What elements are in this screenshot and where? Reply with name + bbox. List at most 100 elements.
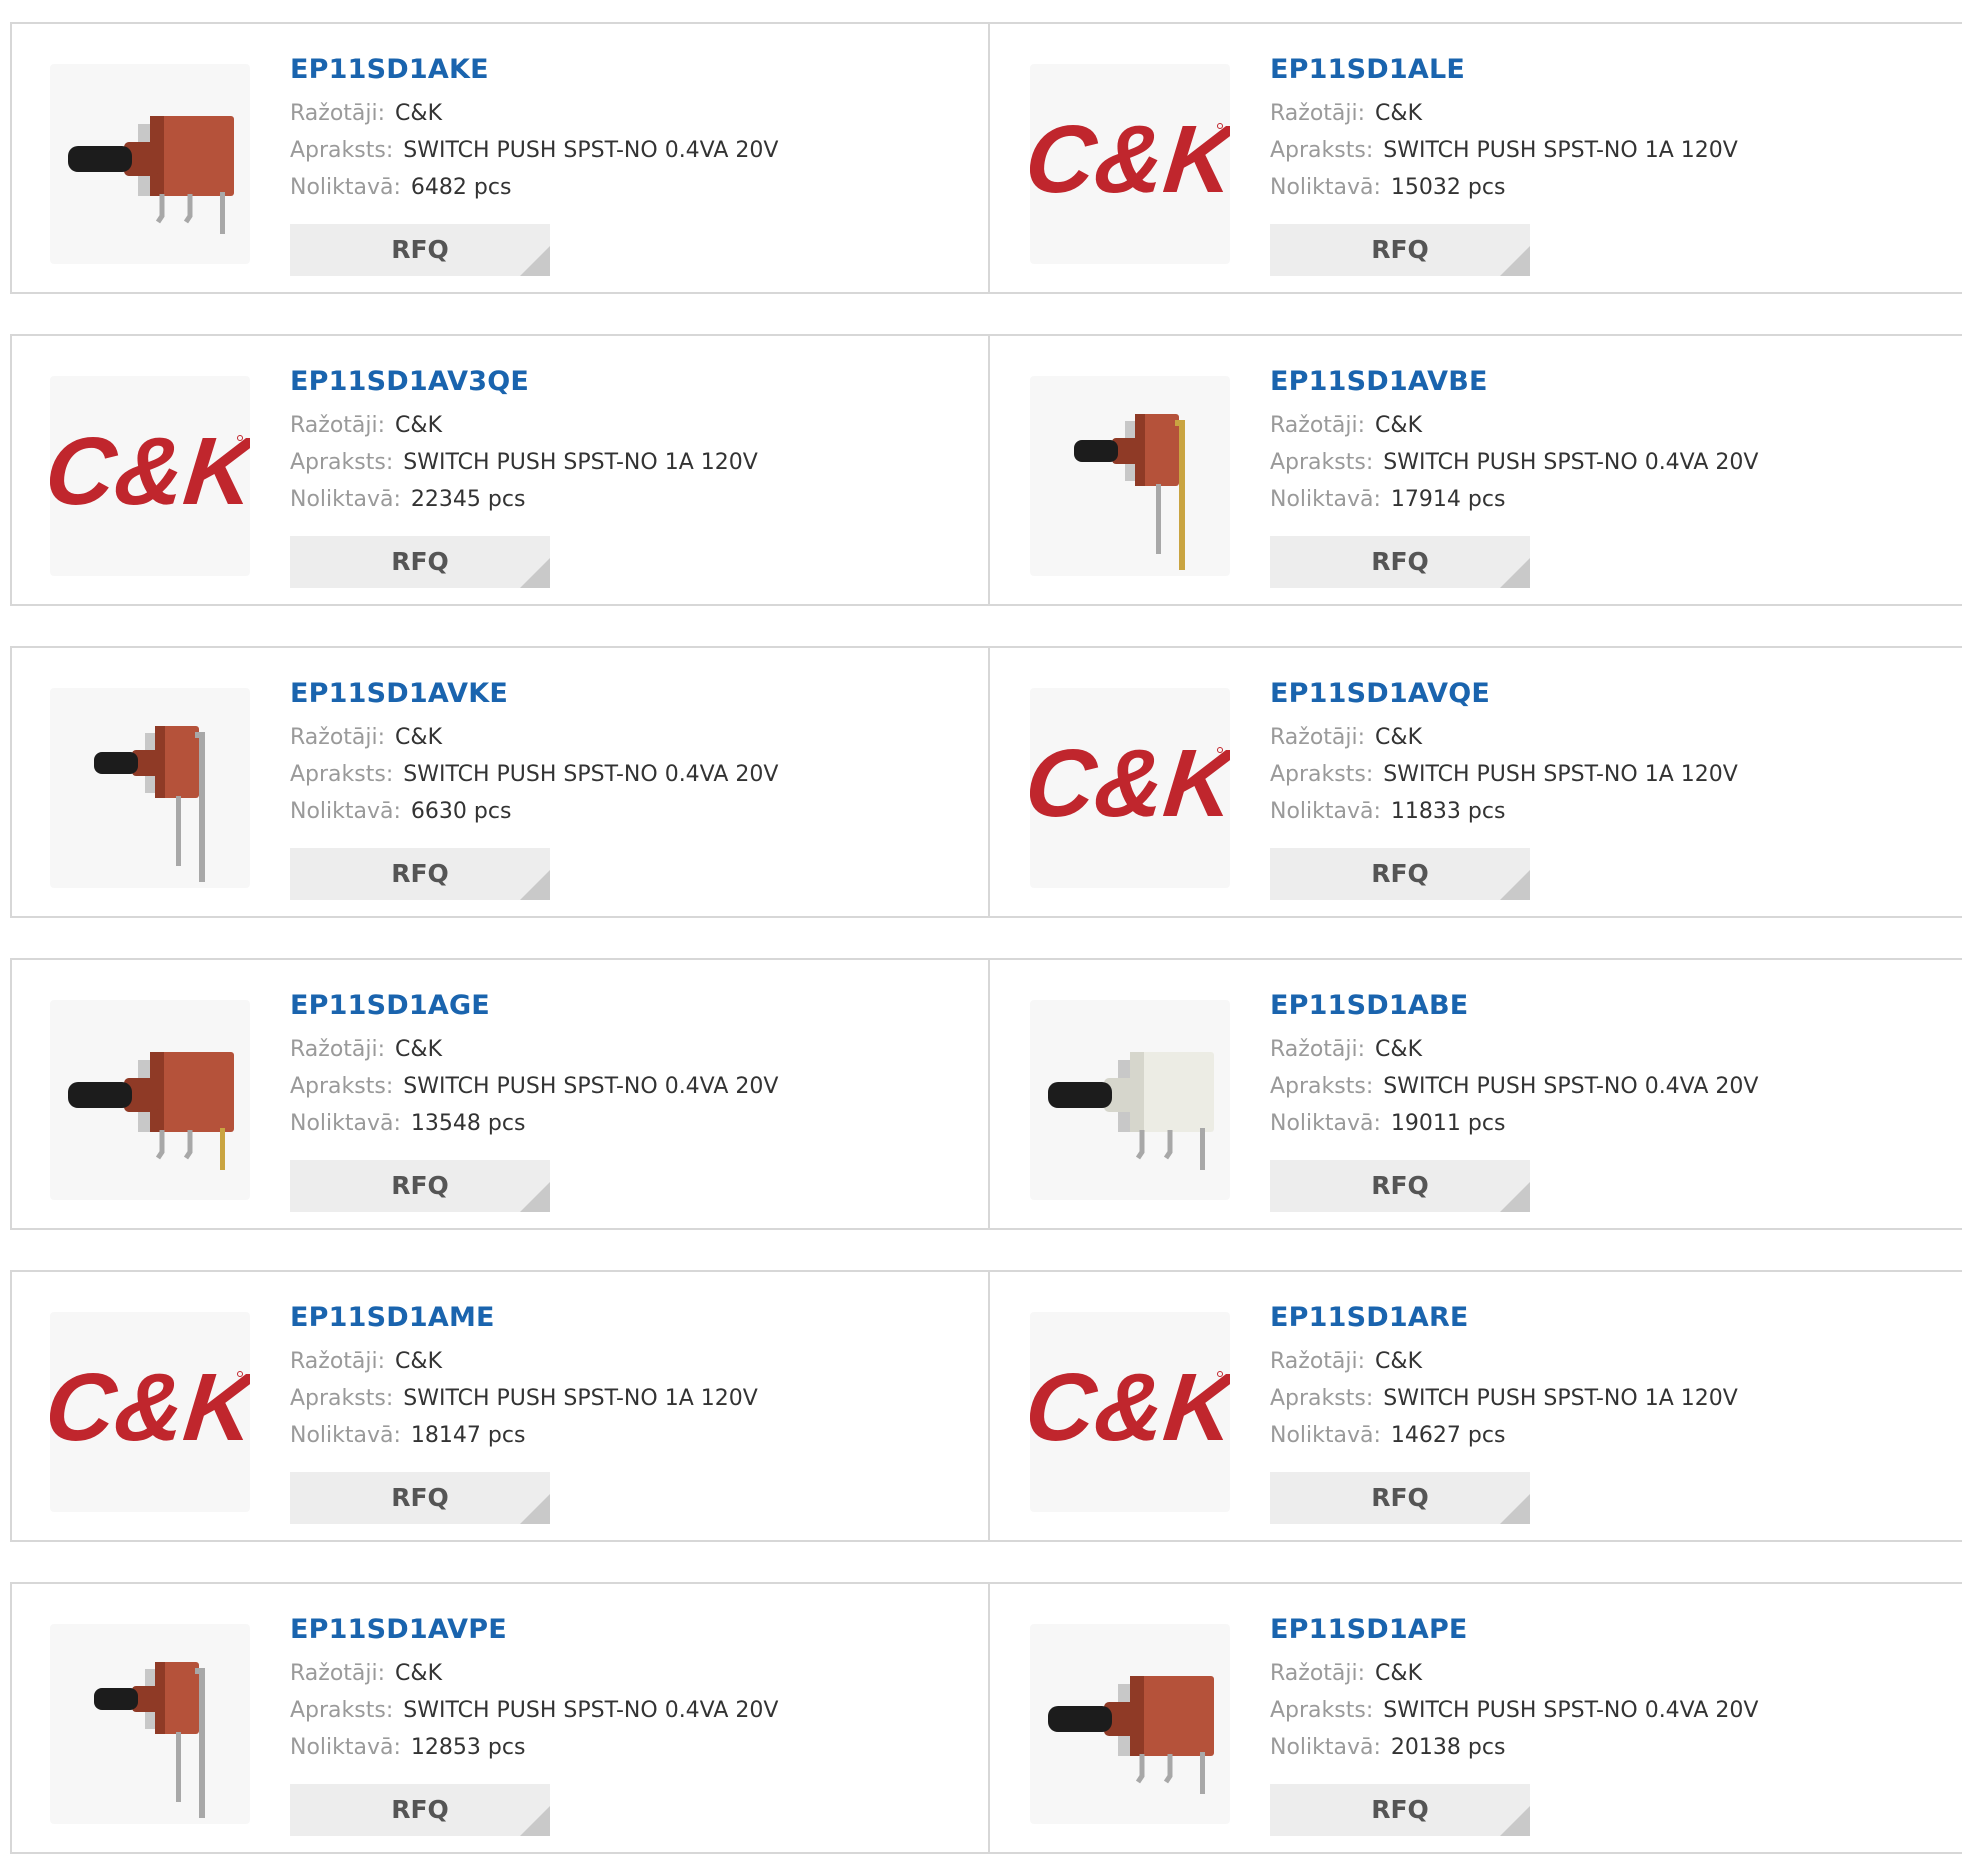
part-number-link[interactable]: EP11SD1AGE — [290, 990, 778, 1021]
part-number-link[interactable]: EP11SD1APE — [1270, 1614, 1758, 1645]
stock-value: 20138 pcs — [1390, 1735, 1506, 1760]
rfq-label: RFQ — [391, 547, 449, 576]
product-thumbnail[interactable] — [50, 1624, 250, 1824]
corner-fold-icon — [520, 246, 550, 276]
manufacturer-value: C&K — [1375, 1661, 1422, 1686]
stock-value: 11833 pcs — [1390, 799, 1506, 824]
rfq-button[interactable]: RFQ — [290, 848, 550, 900]
rfq-label: RFQ — [1371, 547, 1429, 576]
rfq-button[interactable]: RFQ — [1270, 1784, 1530, 1836]
description-label: Apraksts: — [1270, 1698, 1374, 1723]
manufacturer-field: Ražotāji: C&K — [290, 1031, 778, 1068]
manufacturer-label: Ražotāji: — [1270, 1037, 1366, 1062]
description-value: SWITCH PUSH SPST-NO 1A 120V — [403, 1386, 758, 1411]
part-number-link[interactable]: EP11SD1AME — [290, 1302, 758, 1333]
product-info: EP11SD1AVPE Ražotāji: C&K Apraksts: SWITCH P… — [290, 1614, 778, 1766]
product-card: EP11SD1AVKE Ražotāji: C&K Apraksts: SWITCH P… — [10, 648, 988, 916]
rfq-button[interactable]: RFQ — [1270, 848, 1530, 900]
product-thumbnail[interactable]: C&K — [50, 1312, 250, 1512]
product-thumbnail[interactable] — [50, 688, 250, 888]
stock-value: 22345 pcs — [410, 487, 526, 512]
rfq-label: RFQ — [391, 1483, 449, 1512]
product-thumbnail[interactable]: C&K — [50, 376, 250, 576]
corner-fold-icon — [1500, 1182, 1530, 1212]
stock-value: 14627 pcs — [1390, 1423, 1506, 1448]
manufacturer-field: Ražotāji: C&K — [1270, 1343, 1738, 1380]
manufacturer-value: C&K — [395, 1349, 442, 1374]
product-thumbnail[interactable]: C&K — [1030, 64, 1230, 264]
product-thumbnail[interactable]: C&K — [1030, 688, 1230, 888]
part-number-link[interactable]: EP11SD1AVQE — [1270, 678, 1738, 709]
description-label: Apraksts: — [290, 762, 394, 787]
part-number-link[interactable]: EP11SD1ARE — [1270, 1302, 1738, 1333]
part-number-link[interactable]: EP11SD1ALE — [1270, 54, 1738, 85]
part-number-link[interactable]: EP11SD1AVPE — [290, 1614, 778, 1645]
part-number-link[interactable]: EP11SD1AVKE — [290, 678, 778, 709]
rfq-button[interactable]: RFQ — [290, 536, 550, 588]
product-card: C&K EP11SD1ARE Ražotāji: C&K Apraksts: SWITCH… — [988, 1272, 1962, 1540]
stock-field: Noliktavā: 20138 pcs — [1270, 1729, 1758, 1766]
ck-logo-image: C&K — [1030, 1354, 1230, 1461]
rfq-button[interactable]: RFQ — [1270, 1472, 1530, 1524]
part-number-link[interactable]: EP11SD1AVBE — [1270, 366, 1758, 397]
rfq-button[interactable]: RFQ — [290, 1784, 550, 1836]
product-card: C&K EP11SD1AV3QE Ražotāji: C&K Apraksts: SWIT… — [10, 336, 988, 604]
rfq-button[interactable]: RFQ — [290, 1160, 550, 1212]
description-field: Apraksts: SWITCH PUSH SPST-NO 0.4VA 20V — [290, 756, 778, 793]
stock-label: Noliktavā: — [1270, 1111, 1381, 1136]
stock-label: Noliktavā: — [290, 799, 401, 824]
description-value: SWITCH PUSH SPST-NO 0.4VA 20V — [1383, 450, 1759, 475]
product-thumbnail[interactable] — [1030, 376, 1230, 576]
description-field: Apraksts: SWITCH PUSH SPST-NO 1A 120V — [1270, 132, 1738, 169]
rfq-button[interactable]: RFQ — [1270, 224, 1530, 276]
description-label: Apraksts: — [1270, 1074, 1374, 1099]
description-label: Apraksts: — [1270, 1386, 1374, 1411]
corner-fold-icon — [1500, 1806, 1530, 1836]
manufacturer-value: C&K — [395, 1037, 442, 1062]
rfq-label: RFQ — [1371, 859, 1429, 888]
description-field: Apraksts: SWITCH PUSH SPST-NO 0.4VA 20V — [290, 1068, 778, 1105]
push-switch-image — [94, 1662, 205, 1818]
rfq-button[interactable]: RFQ — [290, 224, 550, 276]
product-row: C&K EP11SD1AME Ražotāji: C&K Apraksts: SWITCH… — [10, 1270, 1962, 1542]
part-number-link[interactable]: EP11SD1AV3QE — [290, 366, 758, 397]
rfq-button[interactable]: RFQ — [1270, 536, 1530, 588]
product-thumbnail[interactable] — [1030, 1624, 1230, 1824]
product-thumbnail[interactable] — [1030, 1000, 1230, 1200]
description-field: Apraksts: SWITCH PUSH SPST-NO 0.4VA 20V — [1270, 1692, 1758, 1729]
part-number-link[interactable]: EP11SD1ABE — [1270, 990, 1758, 1021]
product-info: EP11SD1AME Ražotāji: C&K Apraksts: SWITCH PU… — [290, 1302, 758, 1454]
stock-field: Noliktavā: 6482 pcs — [290, 169, 778, 206]
rfq-label: RFQ — [1371, 1171, 1429, 1200]
manufacturer-label: Ražotāji: — [1270, 1661, 1366, 1686]
manufacturer-field: Ražotāji: C&K — [1270, 1655, 1758, 1692]
rfq-button[interactable]: RFQ — [1270, 1160, 1530, 1212]
stock-field: Noliktavā: 17914 pcs — [1270, 481, 1758, 518]
product-thumbnail[interactable] — [50, 1000, 250, 1200]
rfq-label: RFQ — [391, 1795, 449, 1824]
product-thumbnail[interactable]: C&K — [1030, 1312, 1230, 1512]
description-field: Apraksts: SWITCH PUSH SPST-NO 1A 120V — [1270, 756, 1738, 793]
manufacturer-value: C&K — [1375, 101, 1422, 126]
corner-fold-icon — [1500, 1494, 1530, 1524]
manufacturer-value: C&K — [395, 725, 442, 750]
ck-logo-text: C&K — [50, 1354, 250, 1461]
product-info: EP11SD1ARE Ražotāji: C&K Apraksts: SWITCH PU… — [1270, 1302, 1738, 1454]
rfq-label: RFQ — [391, 1171, 449, 1200]
description-label: Apraksts: — [290, 450, 394, 475]
rfq-label: RFQ — [391, 235, 449, 264]
stock-value: 6630 pcs — [410, 799, 512, 824]
manufacturer-field: Ražotāji: C&K — [290, 1655, 778, 1692]
manufacturer-field: Ražotāji: C&K — [290, 95, 778, 132]
description-field: Apraksts: SWITCH PUSH SPST-NO 0.4VA 20V — [1270, 444, 1758, 481]
part-number-link[interactable]: EP11SD1AKE — [290, 54, 778, 85]
manufacturer-value: C&K — [1375, 413, 1422, 438]
ck-logo-text: C&K — [1030, 730, 1230, 837]
product-thumbnail[interactable] — [50, 64, 250, 264]
product-card: EP11SD1APE Ražotāji: C&K Apraksts: SWITCH PU… — [988, 1584, 1962, 1852]
product-card: EP11SD1AVPE Ražotāji: C&K Apraksts: SWITCH P… — [10, 1584, 988, 1852]
rfq-button[interactable]: RFQ — [290, 1472, 550, 1524]
product-row: C&K EP11SD1AV3QE Ražotāji: C&K Apraksts: SWIT… — [10, 334, 1962, 606]
description-label: Apraksts: — [1270, 450, 1374, 475]
stock-value: 15032 pcs — [1390, 175, 1506, 200]
